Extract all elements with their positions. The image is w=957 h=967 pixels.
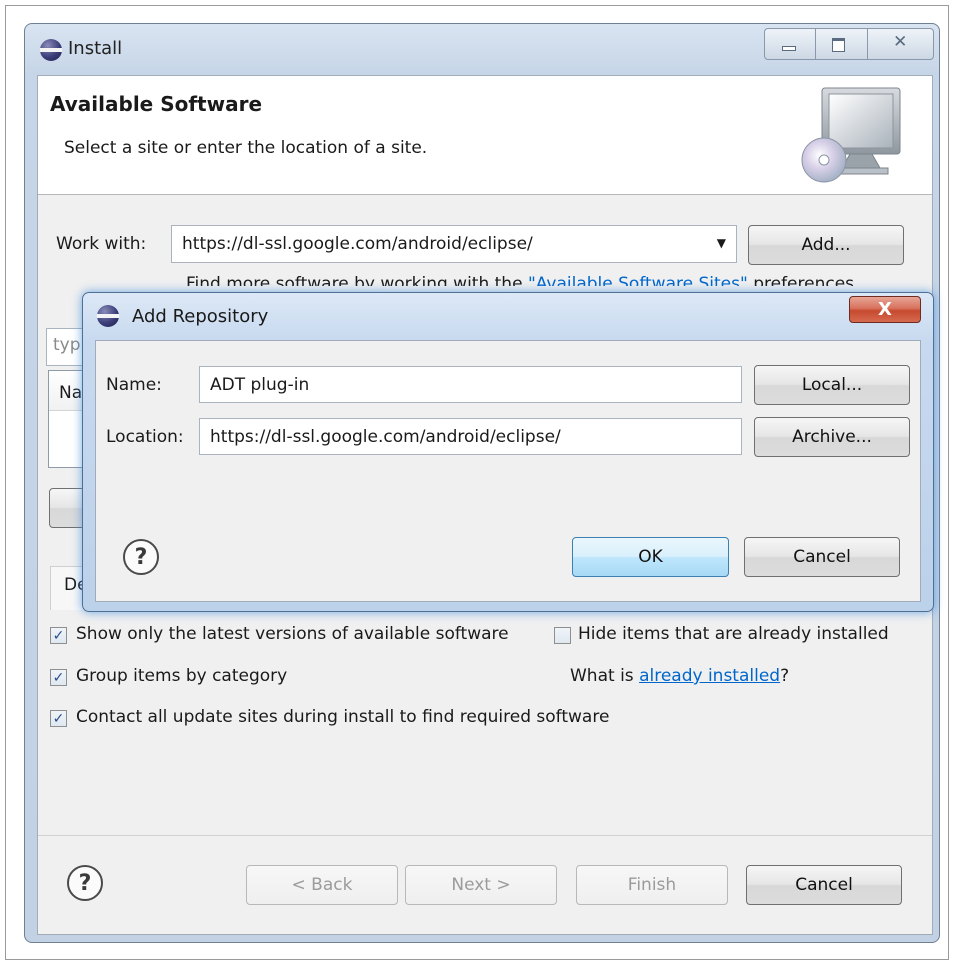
dialog-cancel-button[interactable]: Cancel [744, 537, 900, 577]
close-icon: X [878, 299, 892, 320]
find-more-text: Find more software by working with the "… [186, 274, 926, 286]
banner-title: Available Software [50, 92, 263, 116]
available-software-sites-link[interactable]: "Available Software Sites" [528, 274, 748, 286]
show-latest-label: Show only the latest versions of availab… [76, 624, 509, 644]
already-installed-link[interactable]: already installed [639, 666, 780, 686]
finish-button[interactable]: Finish [576, 865, 728, 905]
window-controls: ✕ [764, 28, 934, 60]
footer-separator [38, 835, 932, 836]
dialog-help-icon[interactable]: ? [123, 539, 159, 575]
computer-cd-icon [800, 84, 904, 188]
show-latest-checkbox[interactable]: ✓ [50, 627, 67, 644]
what-is-installed-text: What is already installed? [570, 666, 789, 686]
work-with-value: https://dl-ssl.google.com/android/eclips… [182, 234, 533, 254]
hide-installed-checkbox[interactable] [554, 627, 571, 644]
maximize-icon [832, 38, 846, 52]
close-icon: ✕ [893, 32, 908, 52]
name-label: Name: [106, 375, 162, 395]
install-cancel-button[interactable]: Cancel [746, 865, 902, 905]
name-value: ADT plug-in [210, 374, 310, 395]
find-more-suffix: preferences [747, 274, 855, 286]
close-button[interactable]: ✕ [868, 29, 933, 59]
archive-button[interactable]: Archive... [754, 417, 910, 457]
eclipse-globe-icon [40, 39, 62, 61]
contact-all-sites-checkbox[interactable]: ✓ [50, 710, 67, 727]
dialog-title: Add Repository [132, 306, 269, 327]
next-button[interactable]: Next > [405, 865, 557, 905]
group-by-category-label: Group items by category [76, 666, 288, 686]
minimize-icon [782, 46, 796, 51]
minimize-button[interactable] [765, 29, 817, 59]
maximize-button[interactable] [816, 29, 868, 59]
location-input[interactable]: https://dl-ssl.google.com/android/eclips… [199, 418, 742, 455]
location-value: https://dl-ssl.google.com/android/eclips… [210, 426, 561, 447]
eclipse-globe-icon [97, 305, 119, 327]
back-button[interactable]: < Back [246, 865, 398, 905]
find-more-prefix: Find more software by working with the [186, 274, 528, 286]
what-is-prefix: What is [570, 666, 640, 686]
what-is-suffix: ? [780, 666, 790, 686]
name-input[interactable]: ADT plug-in [199, 366, 742, 403]
banner-description: Select a site or enter the location of a… [64, 138, 428, 158]
contact-all-sites-label: Contact all update sites during install … [76, 707, 610, 727]
hide-installed-label: Hide items that are already installed [578, 624, 889, 644]
help-icon[interactable]: ? [67, 865, 103, 901]
group-by-category-checkbox[interactable]: ✓ [50, 669, 67, 686]
ok-button[interactable]: OK [572, 537, 729, 577]
work-with-label: Work with: [56, 234, 147, 254]
add-site-button[interactable]: Add... [748, 225, 904, 265]
work-with-combobox[interactable]: https://dl-ssl.google.com/android/eclips… [171, 225, 737, 263]
filter-placeholder: typ [53, 335, 81, 355]
dialog-close-button[interactable]: X [849, 296, 921, 323]
filter-input[interactable]: typ [46, 328, 86, 366]
window-title: Install [68, 38, 123, 59]
chevron-down-icon[interactable]: ▼ [717, 236, 726, 250]
local-button[interactable]: Local... [754, 365, 910, 405]
location-label: Location: [106, 427, 184, 447]
